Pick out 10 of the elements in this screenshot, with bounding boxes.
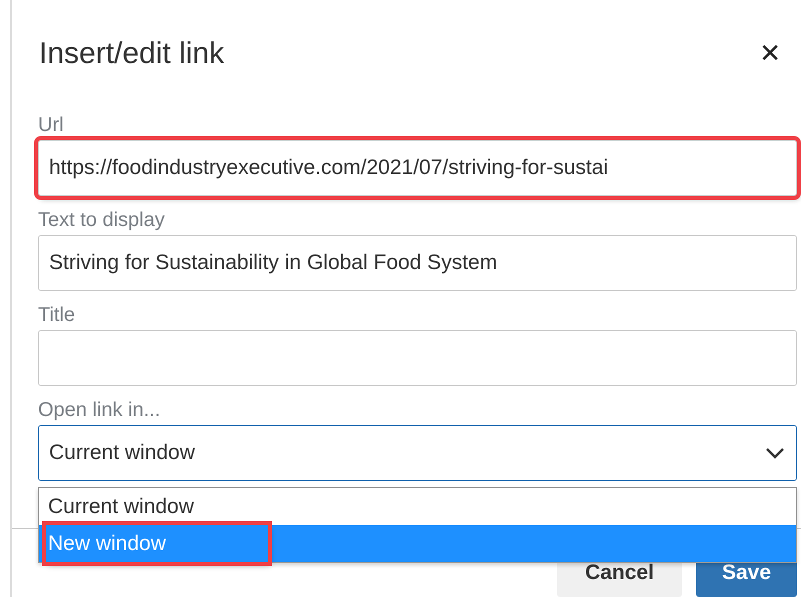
field-label: Title <box>38 303 76 328</box>
field-label: Url <box>38 113 65 138</box>
dialog-title: Insert/edit link <box>39 37 224 71</box>
input-field[interactable] <box>38 330 797 386</box>
select-field[interactable]: Current window <box>38 425 797 481</box>
chevron-down-icon[interactable] <box>764 446 786 460</box>
field-label: Text to display <box>38 208 166 233</box>
input-field[interactable]: Striving for Sustainability in Global Food System <box>38 235 797 291</box>
dropdown-option[interactable]: Current window <box>39 488 796 525</box>
field-label: Open link in... <box>38 398 162 423</box>
